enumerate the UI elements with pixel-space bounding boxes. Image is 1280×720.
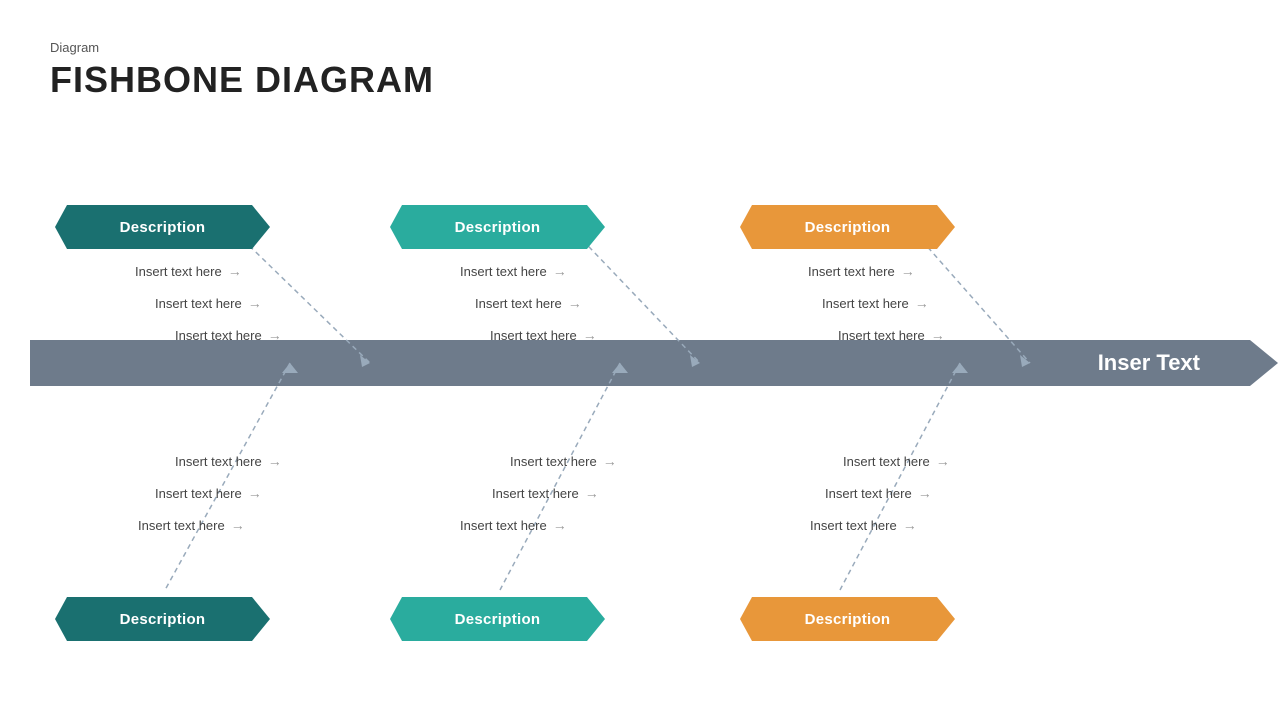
desc-box-top-1[interactable]: Description [55, 205, 270, 249]
list-item[interactable]: Insert text here [155, 485, 262, 501]
list-item[interactable]: Insert text here [460, 263, 567, 279]
desc-box-top-3[interactable]: Description [740, 205, 955, 249]
list-item[interactable]: Insert text here [808, 263, 915, 279]
list-item[interactable]: Insert text here [475, 295, 582, 311]
list-item[interactable]: Insert text here [460, 517, 567, 533]
list-item[interactable]: Insert text here [490, 327, 597, 343]
list-item[interactable]: Insert text here [825, 485, 932, 501]
desc-box-bot-1[interactable]: Description [55, 597, 270, 641]
spine-label: Inser Text [1098, 350, 1200, 376]
desc-box-bot-2[interactable]: Description [390, 597, 605, 641]
list-item[interactable]: Insert text here [822, 295, 929, 311]
header-title: FISHBONE DIAGRAM [50, 59, 434, 101]
list-item[interactable]: Insert text here [175, 327, 282, 343]
list-item[interactable]: Insert text here [155, 295, 262, 311]
list-item[interactable]: Insert text here [838, 327, 945, 343]
list-item[interactable]: Insert text here [138, 517, 245, 533]
list-item[interactable]: Insert text here [175, 453, 282, 469]
list-item[interactable]: Insert text here [492, 485, 599, 501]
fishbone-spine: Inser Text [30, 340, 1250, 386]
list-item[interactable]: Insert text here [135, 263, 242, 279]
desc-box-bot-3[interactable]: Description [740, 597, 955, 641]
list-item[interactable]: Insert text here [843, 453, 950, 469]
desc-box-top-2[interactable]: Description [390, 205, 605, 249]
list-item[interactable]: Insert text here [810, 517, 917, 533]
header-subtitle: Diagram [50, 40, 434, 55]
header-section: Diagram FISHBONE DIAGRAM [50, 40, 434, 101]
list-item[interactable]: Insert text here [510, 453, 617, 469]
